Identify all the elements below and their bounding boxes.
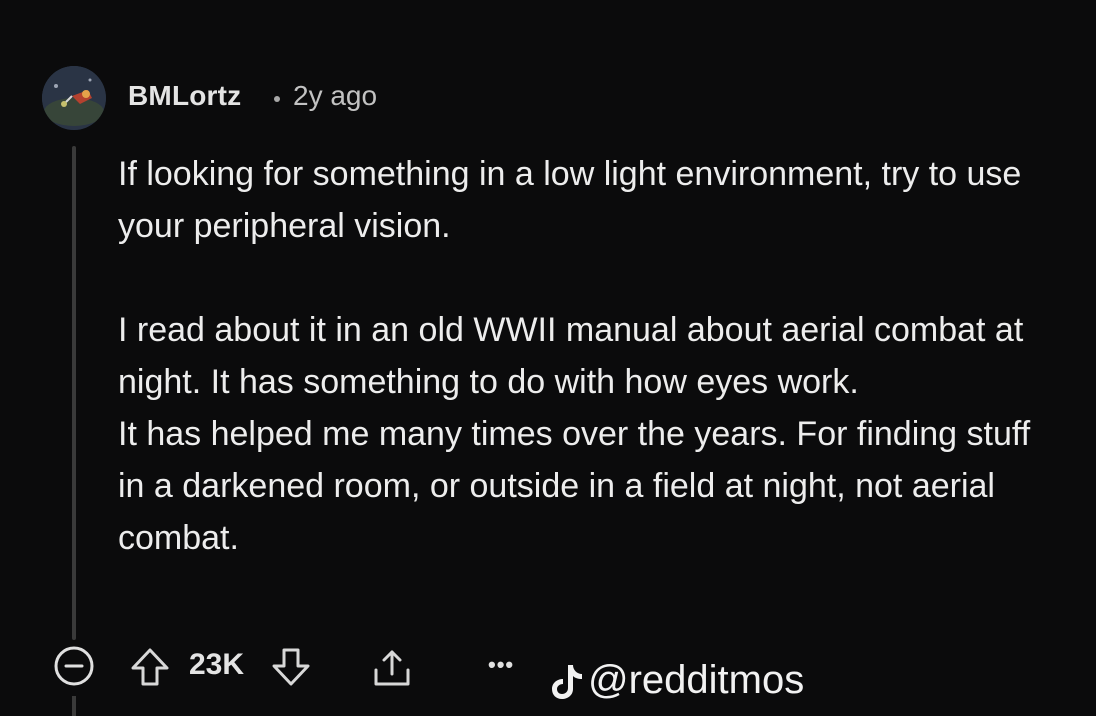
comment-paragraph: I read about it in an old WWII manual ab… [118,311,1024,401]
avatar-icon [42,66,106,130]
comment-author[interactable]: BMLortz [128,80,241,112]
share-icon [374,650,410,686]
thread-line-continuation [72,696,76,716]
watermark: @redditmos [550,658,804,703]
thread-line[interactable] [72,146,76,640]
upvote-icon [131,648,169,686]
comment-paragraph: It has helped me many times over the yea… [118,415,1031,557]
downvote-icon [272,648,310,686]
comment-time: 2y ago [293,80,378,111]
more-options-button[interactable]: ••• [488,652,514,678]
upvote-button[interactable] [129,646,171,688]
watermark-handle: @redditmos [588,658,805,702]
avatar[interactable] [42,66,106,130]
tiktok-icon [552,664,582,699]
collapse-button[interactable] [53,645,95,687]
vote-score: 23K [189,648,245,681]
comment-body: If looking for something in a low light … [118,148,1058,564]
downvote-button[interactable] [270,646,312,688]
share-button[interactable] [370,646,414,690]
comment-paragraph: If looking for something in a low light … [118,155,1022,245]
meta-separator [274,96,280,102]
collapse-icon [54,646,94,686]
